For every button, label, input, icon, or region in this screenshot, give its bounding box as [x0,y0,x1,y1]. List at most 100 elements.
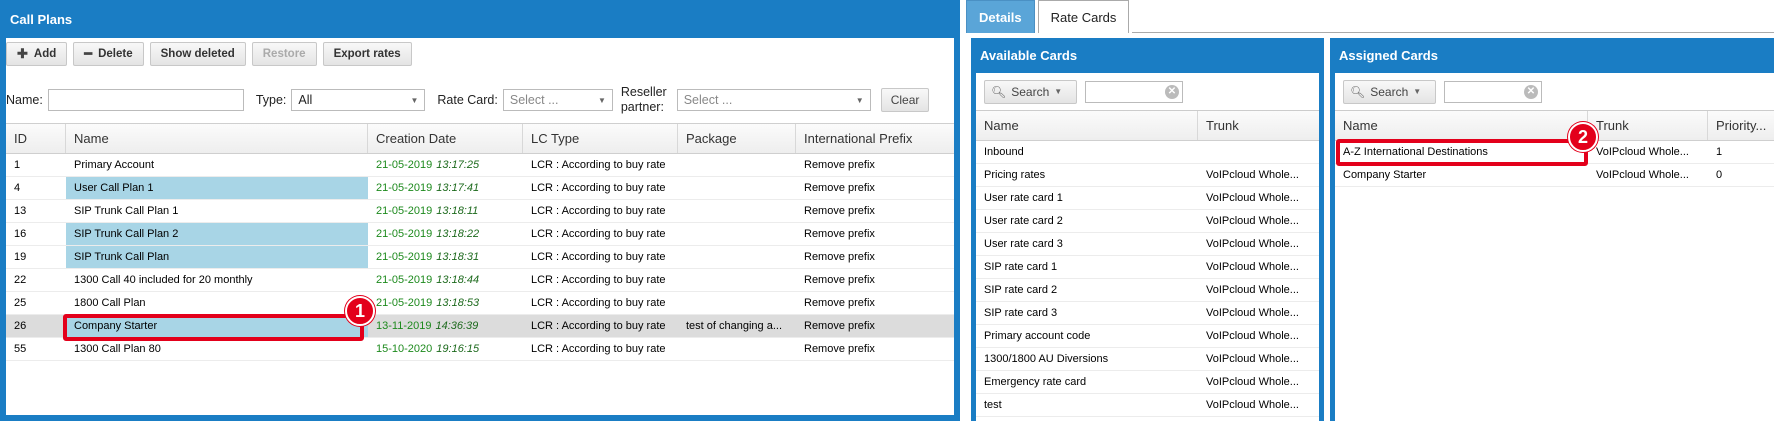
cell-name: User rate card 2 [984,215,1063,227]
cell-time-value: 13:18:53 [436,297,480,309]
column-header-priority[interactable]: Priority... [1708,111,1774,140]
cell-date-value: 21-05-2019 [376,251,433,263]
column-header-id[interactable]: ID [6,124,66,153]
cell-name: User rate card 3 [984,238,1063,250]
cell-name: Pricing rates [984,169,1046,181]
assigned-search-bar: 🔍︎ Search ▼ ✕ [1335,73,1774,111]
cell-lc-type: LCR : According to buy rate [531,182,666,194]
rate-card-filter-select[interactable]: Select ... ▼ [502,89,613,111]
table-row[interactable]: 25 1800 Call Plan 21-05-2019 13:18:53 LCR : … [6,292,954,315]
reseller-label-line-1: Reseller [620,85,667,99]
list-item[interactable]: SIP rate card 2 VoIPcloud Whole... [976,279,1319,302]
list-item[interactable]: Inbound [976,141,1319,164]
table-row[interactable]: 19 SIP Trunk Call Plan 21-05-2019 13:18:31 L… [6,246,954,269]
cell-creation-date: 21-05-2019 13:18:53 [368,292,523,314]
list-item[interactable]: Emergency rate card VoIPcloud Whole... [976,371,1319,394]
column-header-name[interactable]: Name [66,124,368,153]
name-filter-input[interactable] [47,89,244,111]
clear-button[interactable]: Clear [880,88,930,112]
list-item[interactable]: A-Z International Destinations VoIPcloud … [1335,141,1774,164]
column-header-international-prefix[interactable]: International Prefix [796,124,954,153]
cell-id: 25 [14,297,27,309]
cell-trunk: VoIPcloud Whole... [1206,307,1299,319]
cell-package [678,269,796,291]
list-item[interactable]: Primary account code VoIPcloud Whole... [976,325,1319,348]
list-item[interactable]: User rate card 1 VoIPcloud Whole... [976,187,1319,210]
reseller-filter-select[interactable]: Select ... ▼ [676,89,871,111]
column-header-trunk[interactable]: Trunk [1588,111,1708,140]
list-item[interactable]: User rate card 2 VoIPcloud Whole... [976,210,1319,233]
table-row[interactable]: 13 SIP Trunk Call Plan 1 21-05-2019 13:18:1… [6,200,954,223]
detail-tabs: Details Rate Cards [966,0,1130,33]
clear-search-icon[interactable]: ✕ [1165,84,1179,99]
cell-trunk: VoIPcloud Whole... [1206,376,1299,388]
cell-name: SIP rate card 3 [984,307,1058,319]
cell-name: test [984,399,1002,411]
cell-package [678,223,796,245]
cell-lc-type: LCR : According to buy rate [531,297,666,309]
cell-id: 19 [14,251,27,263]
cell-creation-date: 21-05-2019 13:18:11 [368,200,523,222]
cell-priority: 1 [1716,146,1723,158]
restore-button[interactable]: Restore [251,42,317,66]
grid-header: ID Name Creation Date LC Type Package In… [6,124,954,154]
table-row[interactable]: 22 1300 Call 40 included for 20 monthly 21… [6,269,954,292]
add-button[interactable]: ✚ Add [6,42,68,66]
cell-name: 1300 Call 40 included for 20 monthly [74,274,253,286]
table-row[interactable]: 4 User Call Plan 1 21-05-2019 13:17:41 LCR :… [6,177,954,200]
cell-date-value: 15-10-2020 [376,343,433,355]
table-row[interactable]: 1 Primary Account 21-05-2019 13:17:25 LCR : … [6,154,954,177]
available-search-label: Search [1011,84,1050,99]
column-header-name[interactable]: Name [1335,111,1588,140]
chevron-down-icon: ▼ [1054,87,1063,96]
available-search-input[interactable]: ✕ [1085,80,1183,103]
cell-lc-type: LCR : According to buy rate [531,320,666,332]
delete-button[interactable]: ━ Delete [73,42,144,66]
cell-name: SIP rate card 2 [984,284,1058,296]
cell-trunk: VoIPcloud Whole... [1206,261,1299,273]
available-search-button[interactable]: 🔍︎ Search ▼ [984,79,1077,104]
assigned-search-button[interactable]: 🔍︎ Search ▼ [1343,79,1436,104]
column-header-name[interactable]: Name [976,111,1198,140]
available-cards-panel: Available Cards 🔍︎ Search ▼ ✕ Name Trunk… [971,38,1324,421]
table-row[interactable]: 26 Company Starter 13-11-2019 14:36:39 LCR :… [6,315,954,338]
table-row[interactable]: 16 SIP Trunk Call Plan 2 21-05-2019 13:18:2… [6,223,954,246]
rate-card-filter-label: Rate Card: [437,93,498,107]
list-item[interactable]: Company Starter VoIPcloud Whole... 0 [1335,164,1774,187]
show-deleted-button[interactable]: Show deleted [149,42,246,66]
chevron-down-icon: ▼ [597,95,606,105]
cell-name: SIP Trunk Call Plan [66,246,368,268]
cell-lc-type: LCR : According to buy rate [531,274,666,286]
chevron-down-icon: ▼ [410,95,419,105]
export-rates-button[interactable]: Export rates [322,42,412,66]
cell-name: SIP Trunk Call Plan 1 [74,205,179,217]
tab-rate-cards[interactable]: Rate Cards [1037,0,1130,33]
table-row[interactable]: 55 1300 Call Plan 80 15-10-2020 19:16:15 LCR… [6,338,954,361]
cell-creation-date: 15-10-2020 19:16:15 [368,338,523,360]
annotation-badge-2: 2 [1568,122,1598,152]
cell-trunk: VoIPcloud Whole... [1206,238,1299,250]
list-item[interactable]: Pricing rates VoIPcloud Whole... [976,164,1319,187]
assigned-search-input[interactable]: ✕ [1444,80,1542,103]
chevron-down-icon: ▼ [1413,87,1422,96]
clear-search-icon[interactable]: ✕ [1524,84,1538,99]
list-item[interactable]: test VoIPcloud Whole... [976,394,1319,417]
cell-lc-type: LCR : According to buy rate [531,205,666,217]
list-item[interactable]: User rate card 3 VoIPcloud Whole... [976,233,1319,256]
list-item[interactable]: SIP rate card 3 VoIPcloud Whole... [976,302,1319,325]
cell-name: SIP rate card 1 [984,261,1058,273]
column-header-package[interactable]: Package [678,124,796,153]
available-grid-header: Name Trunk [976,111,1319,141]
cell-package [678,154,796,176]
list-item[interactable]: 1300/1800 AU Diversions VoIPcloud Whole..… [976,348,1319,371]
column-header-trunk[interactable]: Trunk [1198,111,1319,140]
column-header-lc-type[interactable]: LC Type [523,124,678,153]
cell-trunk: VoIPcloud Whole... [1206,353,1299,365]
cell-date-value: 21-05-2019 [376,228,433,240]
cell-trunk: VoIPcloud Whole... [1206,330,1299,342]
list-item[interactable]: SIP rate card 1 VoIPcloud Whole... [976,256,1319,279]
column-header-creation-date[interactable]: Creation Date [368,124,523,153]
cell-creation-date: 21-05-2019 13:17:41 [368,177,523,199]
type-filter-select[interactable]: All ▼ [291,89,426,111]
tab-details[interactable]: Details [966,0,1035,33]
